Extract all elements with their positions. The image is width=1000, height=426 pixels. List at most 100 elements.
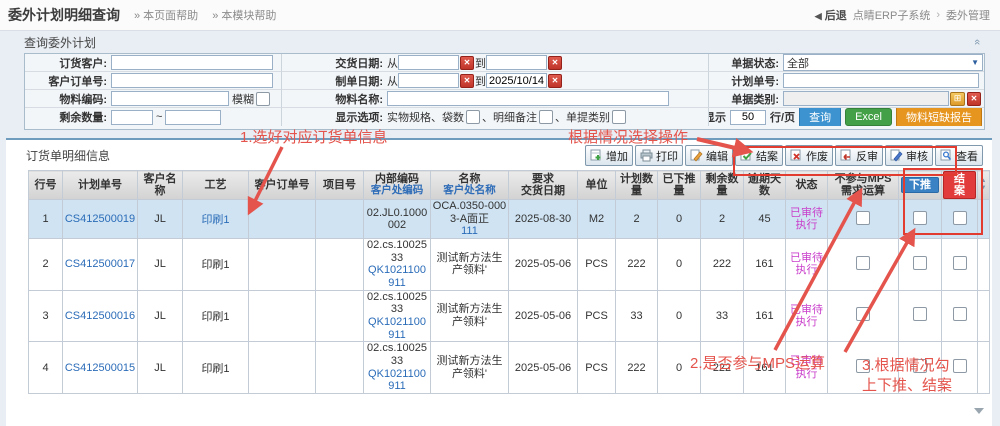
breadcrumb-module[interactable]: 委外管理 bbox=[946, 7, 990, 23]
customer-code-link[interactable]: QK1021100911 bbox=[368, 368, 426, 393]
plan-no-input[interactable] bbox=[783, 73, 979, 88]
make-date-from-input[interactable] bbox=[398, 73, 459, 88]
plan-no-link[interactable]: CS412500016 bbox=[65, 310, 135, 322]
doc-type-checkbox[interactable] bbox=[612, 110, 626, 124]
customer-code-link[interactable]: QK1021100911 bbox=[368, 316, 426, 341]
annotation-mps: 2.是否参与MPS运算 bbox=[690, 352, 825, 373]
display-option-prefix: 实物规格、 bbox=[387, 109, 442, 125]
query-panel-header: 查询委外计划 « bbox=[6, 34, 992, 52]
plan-no-link[interactable]: CS412500019 bbox=[65, 213, 135, 225]
cell-status: 已审待执行 bbox=[787, 252, 826, 276]
clear-date-icon[interactable]: ✕ bbox=[460, 74, 474, 88]
customer-name-link[interactable]: 客户处名称 bbox=[432, 185, 507, 197]
bags-checkbox[interactable] bbox=[466, 110, 480, 124]
unapprove-button[interactable]: 反审 bbox=[835, 145, 883, 166]
close-checkbox[interactable] bbox=[953, 211, 967, 225]
customer-code-link[interactable]: QK1021100911 bbox=[368, 264, 426, 289]
view-button[interactable]: 查看 bbox=[935, 145, 983, 166]
void-button[interactable]: 作废 bbox=[785, 145, 833, 166]
breadcrumb-system[interactable]: 点睛ERP子系统 bbox=[853, 7, 931, 23]
plan-no-link[interactable]: CS412500015 bbox=[65, 362, 135, 374]
col-internal-code: 内部编码客户处编码 bbox=[364, 171, 431, 200]
cell-plan-qty: 33 bbox=[616, 290, 658, 342]
chevron-down-icon: ▼ bbox=[971, 58, 979, 67]
print-button[interactable]: 打印 bbox=[635, 145, 683, 166]
table-row[interactable]: 2 CS412500017 JL 印刷1 02.cs.1002533QK1021… bbox=[29, 239, 990, 291]
close-checkbox[interactable] bbox=[953, 307, 967, 321]
material-name-input[interactable] bbox=[387, 91, 669, 106]
annotation-push-close: 3.根据情况勾上下推、结案 bbox=[862, 356, 958, 396]
cell-overdue-days: 161 bbox=[744, 239, 786, 291]
clear-date-icon[interactable]: ✕ bbox=[460, 56, 474, 70]
mps-checkbox[interactable] bbox=[856, 211, 870, 225]
make-date-to-input[interactable] bbox=[486, 73, 547, 88]
push-checkbox[interactable] bbox=[913, 307, 927, 321]
detail-toolbar: 增加 打印 编辑 结案 作废 反审 审核 查看 bbox=[585, 145, 983, 166]
lookup-icon[interactable]: ⊞ bbox=[950, 92, 965, 106]
push-checkbox[interactable] bbox=[913, 211, 927, 225]
help-page-link[interactable]: » 本页面帮助 bbox=[134, 7, 198, 23]
close-checkbox[interactable] bbox=[953, 256, 967, 270]
unapprove-icon bbox=[840, 149, 853, 162]
excel-button[interactable]: Excel bbox=[845, 108, 892, 126]
cell-pushed-qty: 0 bbox=[658, 290, 701, 342]
col-plan-no: 计划单号 bbox=[63, 171, 138, 200]
scroll-down-icon[interactable] bbox=[974, 408, 984, 414]
clear-icon[interactable]: ✕ bbox=[967, 92, 981, 106]
search-button[interactable]: 查询 bbox=[799, 108, 841, 126]
doc-status-label: 单据状态: bbox=[709, 54, 783, 72]
collapse-panel-icon[interactable]: « bbox=[971, 39, 983, 45]
detail-section-title: 订货单明细信息 bbox=[26, 147, 110, 164]
process-link[interactable]: 印刷1 bbox=[201, 214, 229, 226]
add-button[interactable]: 增加 bbox=[585, 145, 633, 166]
table-row-selected[interactable]: 1 CS412500019 JL 印刷1 02.JL0.1000002 OCA.… bbox=[29, 200, 990, 239]
table-row[interactable]: 4 CS412500015 JL 印刷1 02.cs.1002533QK1021… bbox=[29, 342, 990, 394]
mps-checkbox[interactable] bbox=[856, 256, 870, 270]
cell-name: 测试新方法生产领料' bbox=[431, 239, 509, 291]
material-shortage-report-button[interactable]: 物料短缺报告 bbox=[896, 108, 982, 126]
mps-checkbox[interactable] bbox=[856, 307, 870, 321]
material-code-input[interactable] bbox=[111, 91, 229, 106]
cell-customer-po bbox=[249, 239, 316, 291]
cell-overdue-days: 45 bbox=[744, 200, 786, 239]
doc-status-select[interactable]: 全部 ▼ bbox=[783, 54, 983, 71]
clear-date-icon[interactable]: ✕ bbox=[548, 56, 562, 70]
delivery-date-from-input[interactable] bbox=[398, 55, 459, 70]
remain-qty-max-input[interactable] bbox=[165, 110, 221, 125]
query-form: 订货客户: 交货日期: 从 ✕ 到 ✕ 单据状态: 全部 ▼ 客户订单号: 制单… bbox=[24, 53, 985, 130]
cell-req-date: 2025-05-06 bbox=[509, 239, 578, 291]
from-label: 从 bbox=[387, 73, 398, 89]
cell-line-no: 3 bbox=[29, 290, 63, 342]
customer-po-input[interactable] bbox=[111, 73, 273, 88]
cell-req-date: 2025-05-06 bbox=[509, 342, 578, 394]
help-module-link[interactable]: » 本模块帮助 bbox=[212, 7, 276, 23]
close-case-column-button[interactable]: 结案 bbox=[943, 171, 976, 199]
cell-status: 已审待执行 bbox=[787, 304, 826, 328]
col-close: 结案 bbox=[942, 171, 978, 200]
close-case-button[interactable]: 结案 bbox=[735, 145, 783, 166]
push-down-button[interactable]: 下推 bbox=[901, 177, 939, 193]
plan-no-link[interactable]: CS412500017 bbox=[65, 258, 135, 270]
clear-date-icon[interactable]: ✕ bbox=[548, 74, 562, 88]
table-side-strip: ▲▼ bbox=[978, 171, 990, 200]
back-link[interactable]: ◀ 后退 bbox=[815, 7, 847, 23]
approve-button[interactable]: 审核 bbox=[885, 145, 933, 166]
cell-customer: JL bbox=[138, 239, 183, 291]
query-panel-title: 查询委外计划 bbox=[24, 36, 96, 50]
order-customer-input[interactable] bbox=[111, 55, 273, 70]
cell-customer-po bbox=[249, 200, 316, 239]
customer-code-link[interactable]: 客户处编码 bbox=[365, 185, 429, 197]
remain-qty-min-input[interactable] bbox=[111, 110, 153, 125]
detail-note-checkbox[interactable] bbox=[539, 110, 553, 124]
collapse-grid-icon[interactable]: ▲▼ bbox=[979, 178, 988, 192]
fuzzy-checkbox[interactable] bbox=[256, 92, 270, 106]
doc-type-input[interactable] bbox=[783, 91, 949, 106]
customer-name-link[interactable]: 111 bbox=[461, 225, 478, 237]
table-row[interactable]: 3 CS412500016 JL 印刷1 02.cs.1002533QK1021… bbox=[29, 290, 990, 342]
edit-button[interactable]: 编辑 bbox=[685, 145, 733, 166]
delivery-date-to-input[interactable] bbox=[486, 55, 547, 70]
rows-per-page-input[interactable] bbox=[730, 110, 766, 125]
cell-project-no bbox=[316, 200, 364, 239]
top-bar: 委外计划明细查询 » 本页面帮助 » 本模块帮助 ◀ 后退 点睛ERP子系统 ›… bbox=[0, 0, 1000, 31]
push-checkbox[interactable] bbox=[913, 256, 927, 270]
